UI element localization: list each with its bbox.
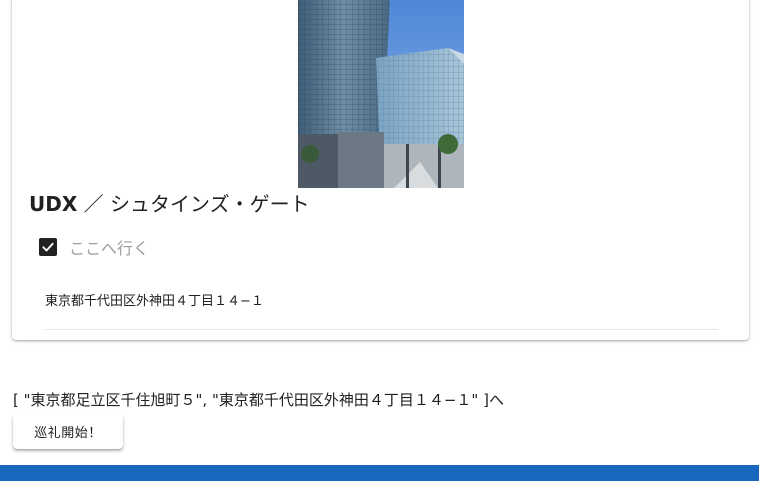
spot-title-rest: ／ シュタインズ・ゲート (77, 192, 310, 216)
route-summary: [ "東京都足立区千住旭町５", "東京都千代田区外神田４丁目１４−１" ]へ (13, 391, 504, 409)
go-here-label[interactable]: ここへ行く (69, 235, 149, 259)
spot-address: 東京都千代田区外神田４丁目１４−１ (45, 294, 264, 309)
spot-card: UDX ／ シュタインズ・ゲート ここへ行く 東京都千代田区外神田４丁目１４−１ (12, 0, 749, 340)
check-icon (42, 242, 54, 252)
spot-title: UDX ／ シュタインズ・ゲート (29, 190, 310, 218)
start-pilgrimage-button[interactable]: 巡礼開始！ (13, 413, 123, 449)
building-photo (298, 0, 464, 188)
bottom-app-bar (0, 465, 759, 481)
spot-title-latin: UDX (29, 192, 78, 216)
page: UDX ／ シュタインズ・ゲート ここへ行く 東京都千代田区外神田４丁目１４−１… (0, 0, 759, 481)
card-divider (45, 329, 718, 330)
go-here-checkbox[interactable] (39, 238, 57, 256)
go-here-row[interactable]: ここへ行く (39, 235, 149, 259)
